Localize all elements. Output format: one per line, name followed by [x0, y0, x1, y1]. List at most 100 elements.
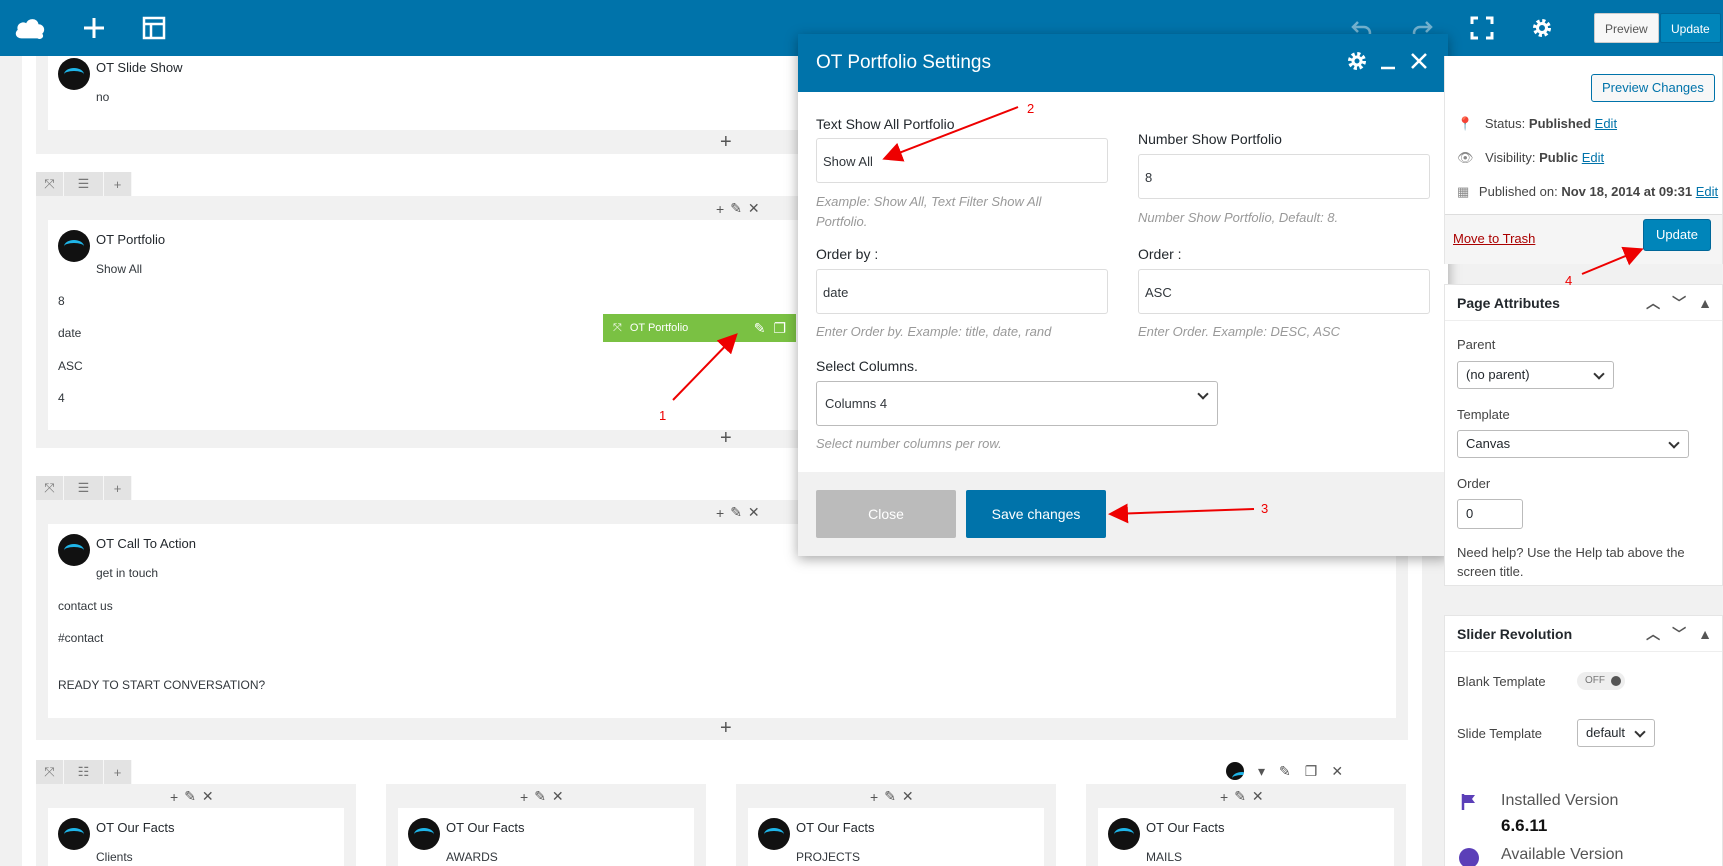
- row-right-controls: ▾ ✎ ❐ ✕: [1226, 762, 1343, 780]
- parent-label: Parent: [1457, 337, 1496, 352]
- element-value: Show All: [96, 262, 143, 276]
- fact-column: + ✎ ✕ OT Our Facts Clients: [36, 784, 356, 866]
- move-icon[interactable]: ⤧: [613, 322, 622, 335]
- toggle-panel-icon[interactable]: ▲: [1698, 285, 1712, 321]
- chevron-up-icon[interactable]: ︿: [1646, 616, 1660, 652]
- element-avatar-icon: [758, 818, 790, 850]
- row-add-icon[interactable]: +: [104, 476, 132, 500]
- order-input[interactable]: ASC: [1138, 269, 1430, 314]
- add-icon[interactable]: +: [716, 505, 724, 521]
- edit-status-link[interactable]: Edit: [1595, 116, 1617, 131]
- element-title: OT Portfolio: [96, 232, 166, 247]
- pencil-icon[interactable]: ✎: [1279, 763, 1291, 780]
- pencil-icon[interactable]: ✎: [730, 504, 742, 521]
- number-show-input[interactable]: 8: [1138, 154, 1430, 199]
- pencil-icon[interactable]: ✎: [884, 788, 896, 805]
- edit-date-link[interactable]: Edit: [1696, 184, 1718, 199]
- element-card[interactable]: OT Our Facts MAILS: [1098, 808, 1394, 866]
- add-element-icon[interactable]: +: [720, 132, 732, 152]
- add-icon[interactable]: [78, 12, 110, 44]
- duplicate-icon[interactable]: ❐: [773, 320, 786, 337]
- available-version-label: Available Version: [1501, 846, 1624, 863]
- close-icon[interactable]: ✕: [748, 504, 760, 521]
- gear-icon[interactable]: [1346, 50, 1368, 78]
- preview-button[interactable]: Preview: [1594, 13, 1659, 43]
- update-button[interactable]: Update: [1660, 13, 1721, 43]
- close-icon[interactable]: ✕: [1252, 788, 1264, 805]
- close-icon[interactable]: ✕: [902, 788, 914, 805]
- preview-changes-button[interactable]: Preview Changes: [1591, 74, 1715, 102]
- slide-template-select[interactable]: default: [1577, 719, 1655, 747]
- status-value: Published: [1528, 116, 1592, 131]
- chevron-down-icon[interactable]: ▾: [1258, 763, 1265, 780]
- chevron-down-icon[interactable]: ﹀: [1672, 285, 1686, 321]
- element-value: date: [58, 326, 82, 340]
- columns-select[interactable]: Columns 4: [816, 381, 1218, 426]
- close-icon[interactable]: ✕: [552, 788, 564, 805]
- avatar[interactable]: [1226, 762, 1244, 780]
- row-add-icon[interactable]: +: [104, 172, 132, 196]
- order-input[interactable]: 0: [1457, 499, 1523, 529]
- pencil-icon[interactable]: ✎: [184, 788, 196, 805]
- add-icon[interactable]: +: [1220, 789, 1228, 805]
- chevron-up-icon[interactable]: ︿: [1646, 285, 1660, 321]
- row-layout-icon[interactable]: ☰: [64, 476, 104, 500]
- annotation-1: 1: [659, 408, 667, 423]
- add-element-icon[interactable]: +: [720, 718, 732, 738]
- edit-visibility-link[interactable]: Edit: [1582, 150, 1604, 165]
- add-icon[interactable]: +: [716, 201, 724, 217]
- fullscreen-icon[interactable]: [1466, 12, 1498, 44]
- move-to-trash-link[interactable]: Move to Trash: [1453, 231, 1535, 246]
- pencil-icon[interactable]: ✎: [1234, 788, 1246, 805]
- close-icon[interactable]: ✕: [1331, 763, 1343, 780]
- parent-select[interactable]: (no parent): [1457, 361, 1614, 389]
- row-expand-icon[interactable]: ⤧: [36, 172, 64, 196]
- update-post-button[interactable]: Update: [1643, 219, 1711, 251]
- blank-template-toggle[interactable]: OFF: [1577, 672, 1625, 690]
- add-element-icon[interactable]: +: [720, 428, 732, 448]
- text-show-all-input[interactable]: Show All: [816, 138, 1108, 183]
- element-avatar-icon: [58, 58, 90, 90]
- column-controls: + ✎ ✕: [170, 788, 214, 805]
- minimize-icon[interactable]: [1378, 50, 1398, 78]
- order-by-input[interactable]: date: [816, 269, 1108, 314]
- close-icon[interactable]: ✕: [748, 200, 760, 217]
- row-add-icon[interactable]: +: [104, 760, 132, 784]
- row-expand-icon[interactable]: ⤧: [36, 760, 64, 784]
- slide-template-label: Slide Template: [1457, 726, 1543, 741]
- template-select[interactable]: Canvas: [1457, 430, 1689, 458]
- element-hover-toolbar: ⤧ OT Portfolio ✎ ❐: [603, 314, 796, 342]
- close-icon[interactable]: ✕: [202, 788, 214, 805]
- row-layout-icon[interactable]: ☷: [64, 760, 104, 784]
- row-expand-icon[interactable]: ⤧: [36, 476, 64, 500]
- element-avatar-icon: [408, 818, 440, 850]
- element-card[interactable]: OT Our Facts PROJECTS: [748, 808, 1044, 866]
- toggle-panel-icon[interactable]: ▲: [1698, 616, 1712, 652]
- publish-box: Preview Changes 📍 Status: Published Edit…: [1444, 56, 1723, 264]
- cloud-logo-icon[interactable]: [14, 12, 46, 44]
- layout-icon[interactable]: [138, 12, 170, 44]
- row-layout-icon[interactable]: ☰: [64, 172, 104, 196]
- add-icon[interactable]: +: [520, 789, 528, 805]
- installed-version-label: Installed Version: [1501, 792, 1619, 809]
- close-button[interactable]: Close: [816, 490, 956, 538]
- gear-icon[interactable]: [1526, 12, 1558, 44]
- pencil-icon[interactable]: ✎: [730, 200, 742, 217]
- close-icon[interactable]: [1408, 50, 1430, 78]
- text-show-all-label: Text Show All Portfolio: [816, 116, 955, 132]
- page-attributes-title: Page Attributes: [1457, 295, 1560, 311]
- annotation-4: 4: [1565, 273, 1573, 288]
- duplicate-icon[interactable]: ❐: [1305, 763, 1318, 780]
- element-card[interactable]: OT Our Facts Clients: [48, 808, 344, 866]
- pencil-icon[interactable]: ✎: [534, 788, 546, 805]
- pencil-icon[interactable]: ✎: [754, 320, 766, 337]
- save-changes-button[interactable]: Save changes: [966, 490, 1106, 538]
- published-row: ▦ Published on: Nov 18, 2014 at 09:31 Ed…: [1457, 184, 1718, 200]
- element-card[interactable]: OT Our Facts AWARDS: [398, 808, 694, 866]
- chevron-down-icon[interactable]: ﹀: [1672, 616, 1686, 652]
- blank-template-label: Blank Template: [1457, 674, 1546, 689]
- element-value: #contact: [58, 631, 104, 645]
- add-icon[interactable]: +: [170, 789, 178, 805]
- add-icon[interactable]: +: [870, 789, 878, 805]
- element-value: 8: [58, 294, 65, 308]
